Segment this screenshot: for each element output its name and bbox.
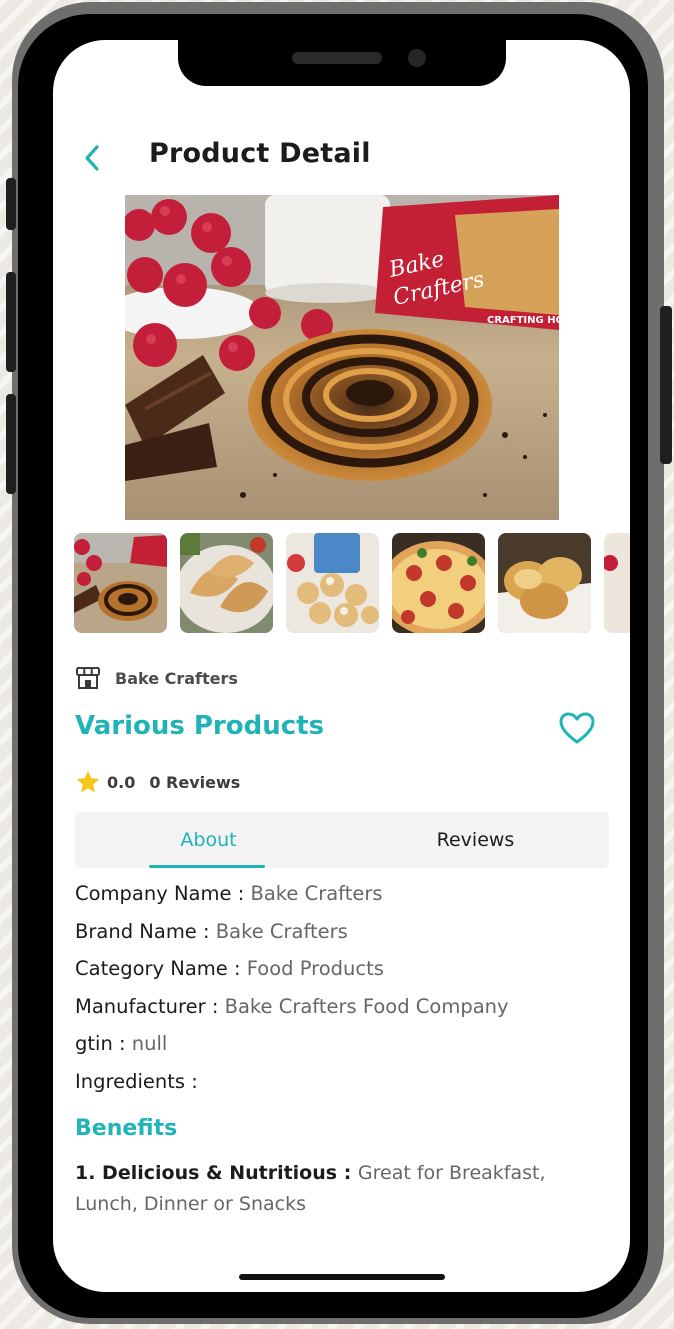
benefit-item: 1. Delicious & Nutritious : Great for Br… [75, 1158, 595, 1220]
tab-about[interactable]: About [75, 812, 342, 868]
thumbnail-strip [74, 533, 630, 633]
detail-value: Bake Crafters Food Company [224, 994, 509, 1018]
tab-reviews[interactable]: Reviews [342, 812, 609, 868]
rating-row: 0.0 0 Reviews [75, 768, 240, 796]
thumbnail-image[interactable] [286, 533, 379, 633]
product-name: Various Products [75, 711, 325, 741]
partial-thumbnail [604, 533, 630, 633]
detail-label: Company Name : [75, 882, 251, 905]
detail-category-name: Category Name : Food Products [75, 957, 615, 995]
detail-ingredients: Ingredients : [75, 1070, 615, 1108]
chevron-left-icon [85, 145, 99, 171]
side-button-power [660, 306, 672, 464]
favorite-button[interactable] [555, 708, 599, 748]
store-name: Bake Crafters [115, 668, 238, 688]
detail-manufacturer: Manufacturer : Bake Crafters Food Compan… [75, 995, 615, 1033]
detail-gtin: gtin : null [75, 1032, 615, 1070]
cream-puffs-thumbnail [286, 533, 379, 633]
package-text-tagline: CRAFTING HOM [487, 315, 559, 326]
camera-icon [408, 49, 426, 67]
store-row[interactable]: Bake Crafters [75, 664, 238, 692]
cinnamon-swirl-pastry-thumbnail [74, 533, 167, 633]
benefit-heading: 1. Delicious & Nutritious : [75, 1162, 358, 1184]
rating-value: 0.0 [107, 772, 136, 792]
back-button[interactable] [77, 140, 107, 176]
page-title: Product Detail [149, 138, 371, 169]
notch [178, 40, 506, 86]
detail-company-name: Company Name : Bake Crafters [75, 882, 615, 920]
detail-value: null [131, 1032, 168, 1055]
thumbnail-image[interactable] [74, 533, 167, 633]
thumbnail-image[interactable] [392, 533, 485, 633]
detail-brand-name: Brand Name : Bake Crafters [75, 920, 615, 958]
side-button-volume-down [6, 394, 16, 494]
tab-bar: About Reviews [75, 812, 609, 868]
empanadas-thumbnail [180, 533, 273, 633]
detail-label: gtin : [75, 1032, 132, 1055]
detail-value: Food Products [246, 957, 384, 980]
star-icon [76, 771, 100, 793]
toasted-buns-thumbnail [498, 533, 591, 633]
product-hero-image[interactable]: Bake Crafters CRAFTING HOM [125, 195, 559, 520]
detail-value: Bake Crafters [215, 919, 348, 943]
active-tab-indicator [149, 865, 265, 868]
product-details: Company Name : Bake Crafters Brand Name … [75, 882, 615, 1107]
thumbnail-image[interactable] [498, 533, 591, 633]
storefront-icon [76, 667, 100, 689]
side-button-mute [6, 178, 16, 230]
heart-outline-icon [559, 712, 595, 744]
speaker-icon [292, 52, 382, 64]
detail-label: Ingredients : [75, 1069, 198, 1093]
side-button-volume-up [6, 272, 16, 372]
home-indicator[interactable] [239, 1274, 445, 1280]
cinnamon-swirl-pastry-photo: Bake Crafters CRAFTING HOM [125, 195, 559, 520]
screen: Product Detail Bake Crafters CRAFTING H … [53, 40, 630, 1292]
benefits-title: Benefits [75, 1116, 178, 1141]
thumbnail-image[interactable] [604, 533, 630, 633]
detail-value: Bake Crafters [250, 882, 383, 905]
pepperoni-pizza-thumbnail [392, 533, 485, 633]
review-count[interactable]: 0 Reviews [149, 773, 240, 792]
detail-label: Manufacturer : [75, 994, 225, 1018]
detail-label: Brand Name : [75, 919, 216, 943]
detail-label: Category Name : [75, 957, 247, 980]
thumbnail-image[interactable] [180, 533, 273, 633]
